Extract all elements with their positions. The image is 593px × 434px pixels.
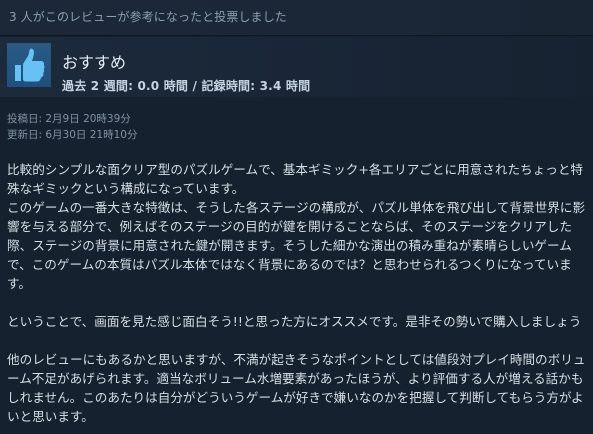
review-body: 比較的シンプルな面クリア型のパズルゲームで、基本ギミック+各エリアごとに用意され… [7,160,589,426]
updated-date: 更新日: 6月30日 21時10分 [7,129,138,141]
post-dates: 投稿日: 2月9日 20時39分 更新日: 6月30日 21時10分 [7,111,137,143]
playtime-hours: 過去 2 週間: 0.0 時間 / 記録時間: 3.4 時間 [62,79,311,93]
review-paragraph: このゲームの一番大きな特徴は、そうした各ステージの構成が、パズル単体を飛び出して… [7,200,586,291]
review-paragraph: 他のレビューにもあるかと思いますが、不満が起きそうなポイントとしては値段対プレイ… [7,352,586,424]
helpful-votes-text: 3 人がこのレビューが参考になったと投票しました [9,10,287,24]
recommendation-panel: おすすめ 過去 2 週間: 0.0 時間 / 記録時間: 3.4 時間 [0,37,593,97]
helpful-votes-bar: 3 人がこのレビューが参考になったと投票しました [0,0,593,36]
thumbs-up-icon[interactable] [7,43,51,87]
review-paragraph: 比較的シンプルな面クリア型のパズルゲームで、基本ギミック+各エリアごとに用意され… [7,162,584,196]
review-paragraph: ということで、画面を見た感じ面白そう!!と思った方にオススメです。是非その勢いで… [7,314,582,329]
posted-date: 投稿日: 2月9日 20時39分 [7,113,131,125]
recommendation-title[interactable]: おすすめ [62,49,126,73]
